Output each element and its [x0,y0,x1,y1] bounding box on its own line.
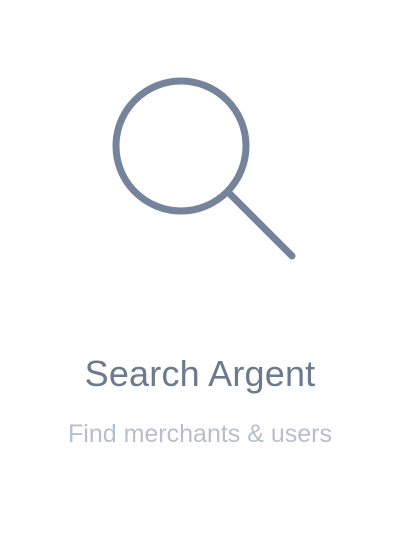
empty-state-title: Search Argent [84,353,316,394]
empty-state-subtitle: Find merchants & users [68,420,332,448]
search-icon [106,74,302,270]
search-empty-state: Search Argent Find merchants & users [0,0,400,540]
